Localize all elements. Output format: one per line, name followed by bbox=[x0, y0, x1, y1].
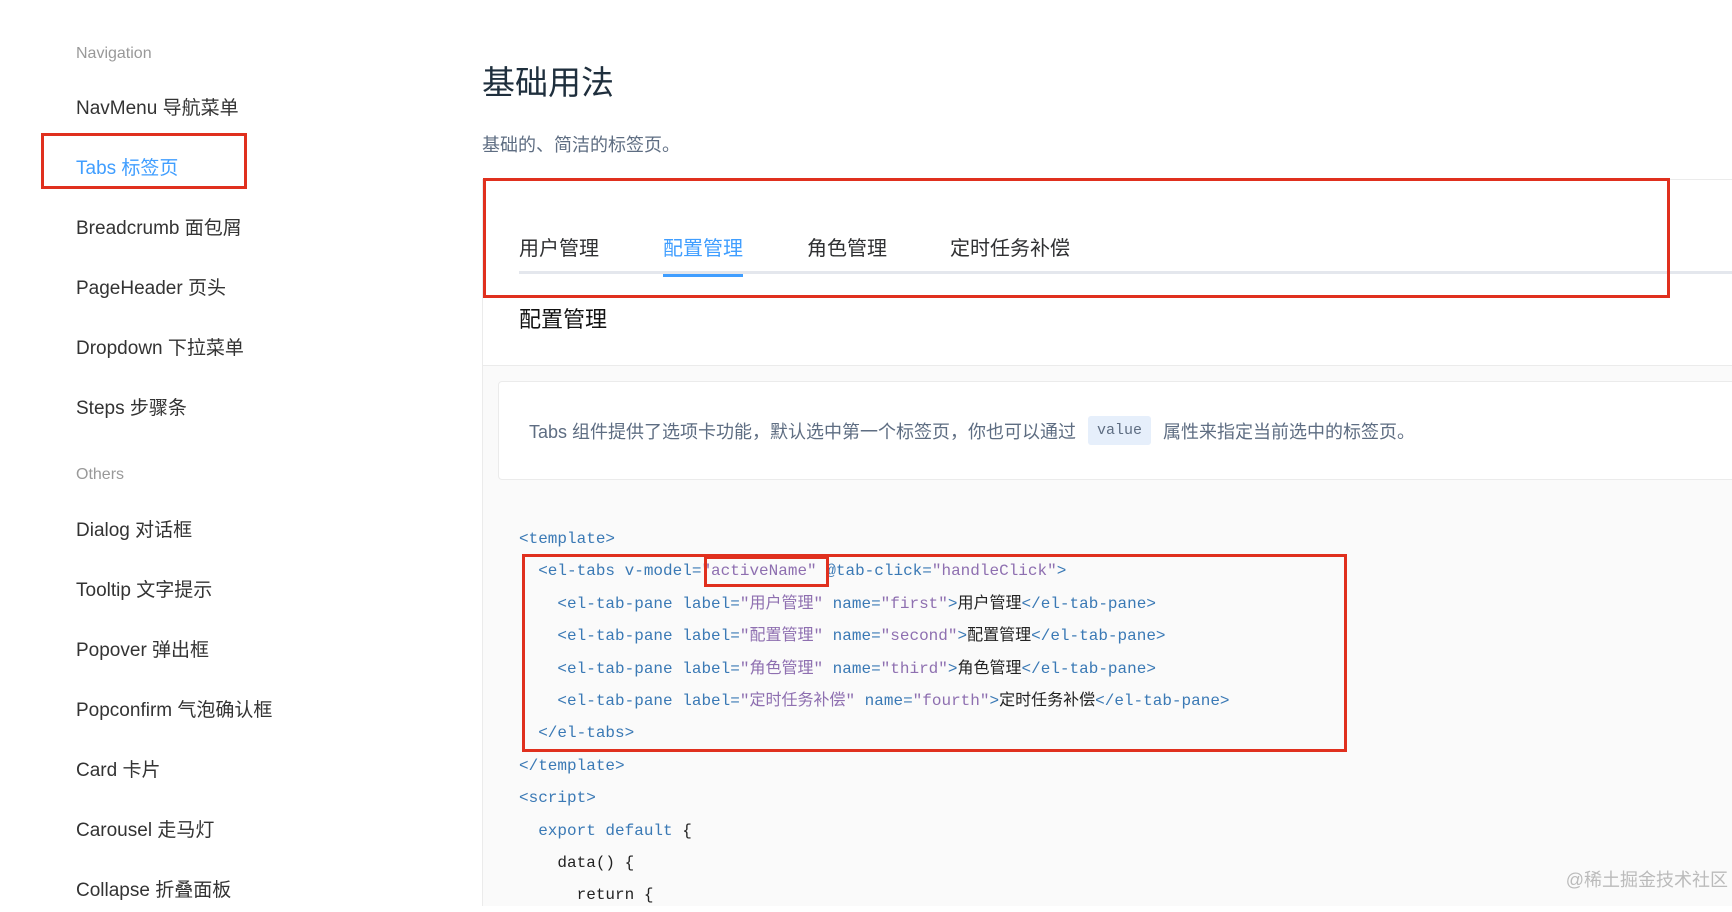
code-token-plain: { bbox=[682, 821, 692, 840]
sidebar-item[interactable]: Popover 弹出框 bbox=[76, 635, 209, 662]
code-token-plain: data() { bbox=[519, 854, 635, 873]
page-title: 基础用法 bbox=[482, 64, 614, 101]
code-token-str: "third" bbox=[880, 659, 948, 678]
sidebar-item[interactable]: PageHeader 页头 bbox=[76, 273, 226, 300]
code-token-tag: > bbox=[947, 594, 958, 613]
sidebar-item[interactable]: Dialog 对话框 bbox=[76, 515, 192, 542]
code-token-tag: </el-tab-pane> bbox=[1031, 627, 1166, 646]
tab-item[interactable]: 角色管理 bbox=[807, 232, 887, 274]
code-token-txt: 定时任务补偿 bbox=[999, 692, 1096, 711]
code-token-txt: 配置管理 bbox=[967, 627, 1032, 646]
code-token-attr: label= bbox=[682, 594, 740, 613]
code-token-tag: > bbox=[947, 659, 958, 678]
code-token-tag: > bbox=[957, 627, 968, 646]
code-token-str: "activeName" bbox=[701, 562, 817, 581]
sidebar-item[interactable]: Collapse 折叠面板 bbox=[76, 875, 231, 902]
code-token-tag: </template> bbox=[519, 756, 625, 775]
code-line: </template> bbox=[519, 750, 1230, 782]
code-line: <template> bbox=[519, 523, 1230, 555]
code-line: <el-tab-pane label="用户管理" name="first">用… bbox=[519, 588, 1230, 620]
code-line: <el-tab-pane label="配置管理" name="second">… bbox=[519, 620, 1230, 652]
code-token-attr: @tab-click= bbox=[816, 562, 932, 581]
code-token-tag: <el-tabs bbox=[519, 562, 625, 581]
code-token-str: "配置管理" bbox=[739, 627, 824, 646]
description: Tabs 组件提供了选项卡功能，默认选中第一个标签页，你也可以通过 value … bbox=[498, 381, 1732, 480]
sidebar-item[interactable]: Breadcrumb 面包屑 bbox=[76, 213, 242, 240]
code-token-tag: <el-tab-pane bbox=[519, 627, 683, 646]
tab-item[interactable]: 配置管理 bbox=[663, 232, 743, 277]
page-subtitle: 基础的、简洁的标签页。 bbox=[482, 135, 680, 155]
code-token-tag: > bbox=[1056, 562, 1067, 581]
demo-block: 用户管理 配置管理 角色管理 定时任务补偿 配置管理 bbox=[482, 179, 1732, 366]
code-token-str: "用户管理" bbox=[739, 594, 824, 613]
inline-code: value bbox=[1088, 416, 1152, 445]
code-token-attr: name= bbox=[855, 692, 913, 711]
code-token-tag: > bbox=[989, 692, 1000, 711]
code-token-attr: name= bbox=[823, 594, 881, 613]
code-block: <template> <el-tabs v-model="activeName"… bbox=[519, 523, 1230, 912]
code-token-txt: 用户管理 bbox=[957, 594, 1022, 613]
code-token-attr: label= bbox=[682, 659, 740, 678]
sidebar-item[interactable]: Tabs 标签页 bbox=[76, 153, 178, 180]
code-line: <script> bbox=[519, 782, 1230, 814]
sidebar-group-title: Others bbox=[76, 466, 125, 483]
code-token-str: "second" bbox=[880, 627, 958, 646]
code-token-attr: v-model= bbox=[624, 562, 702, 581]
tab-item[interactable]: 用户管理 bbox=[519, 232, 599, 274]
description-text-2: 属性来指定当前选中的标签页。 bbox=[1163, 421, 1416, 442]
sidebar-item[interactable]: Card 卡片 bbox=[76, 755, 160, 782]
code-token-tag: </el-tab-pane> bbox=[1021, 659, 1156, 678]
code-token-str: "handleClick" bbox=[931, 562, 1057, 581]
code-token-kw: export default bbox=[519, 821, 683, 840]
watermark: @稀土掘金技术社区 bbox=[1565, 870, 1728, 890]
code-line: <el-tab-pane label="角色管理" name="third">角… bbox=[519, 653, 1230, 685]
code-line: return { bbox=[519, 879, 1230, 911]
code-token-attr: name= bbox=[823, 659, 881, 678]
code-line: <el-tab-pane label="定时任务补偿" name="fourth… bbox=[519, 685, 1230, 717]
code-line: export default { bbox=[519, 815, 1230, 847]
code-token-tag: <script> bbox=[519, 789, 596, 808]
sidebar-item[interactable]: Steps 步骤条 bbox=[76, 393, 187, 420]
code-token-str: "first" bbox=[880, 594, 948, 613]
sidebar-item[interactable]: Tooltip 文字提示 bbox=[76, 575, 212, 602]
code-token-tag: </el-tab-pane> bbox=[1095, 692, 1230, 711]
sidebar-item[interactable]: Carousel 走马灯 bbox=[76, 815, 214, 842]
code-token-attr: label= bbox=[682, 627, 740, 646]
tab-bar: 用户管理 配置管理 角色管理 定时任务补偿 bbox=[519, 232, 1732, 277]
code-token-tag: </el-tab-pane> bbox=[1021, 594, 1156, 613]
code-token-tag: </el-tabs> bbox=[519, 724, 635, 743]
code-token-tag: <el-tab-pane bbox=[519, 594, 683, 613]
code-token-str: "fourth" bbox=[912, 692, 990, 711]
tab-item[interactable]: 定时任务补偿 bbox=[950, 232, 1070, 274]
code-token-str: "定时任务补偿" bbox=[739, 692, 856, 711]
code-token-tag: <el-tab-pane bbox=[519, 692, 683, 711]
code-token-attr: label= bbox=[682, 692, 740, 711]
sidebar-item[interactable]: NavMenu 导航菜单 bbox=[76, 93, 239, 120]
code-line: <el-tabs v-model="activeName" @tab-click… bbox=[519, 555, 1230, 587]
demo-meta: Tabs 组件提供了选项卡功能，默认选中第一个标签页，你也可以通过 value … bbox=[482, 366, 1732, 906]
code-token-tag: <el-tab-pane bbox=[519, 659, 683, 678]
code-token-txt: 角色管理 bbox=[957, 659, 1022, 678]
sidebar-item[interactable]: Popconfirm 气泡确认框 bbox=[76, 695, 272, 722]
code-line: data() { bbox=[519, 847, 1230, 879]
sidebar-group-title: Navigation bbox=[76, 45, 152, 62]
code-token-tag: <template> bbox=[519, 530, 616, 548]
code-line: </el-tabs> bbox=[519, 717, 1230, 749]
tab-pane-content: 配置管理 bbox=[519, 307, 608, 332]
code-token-str: "角色管理" bbox=[739, 659, 824, 678]
code-token-attr: name= bbox=[823, 627, 881, 646]
code-token-plain: return { bbox=[519, 886, 654, 905]
sidebar-item[interactable]: Dropdown 下拉菜单 bbox=[76, 333, 244, 360]
description-text: Tabs 组件提供了选项卡功能，默认选中第一个标签页，你也可以通过 bbox=[529, 421, 1077, 442]
